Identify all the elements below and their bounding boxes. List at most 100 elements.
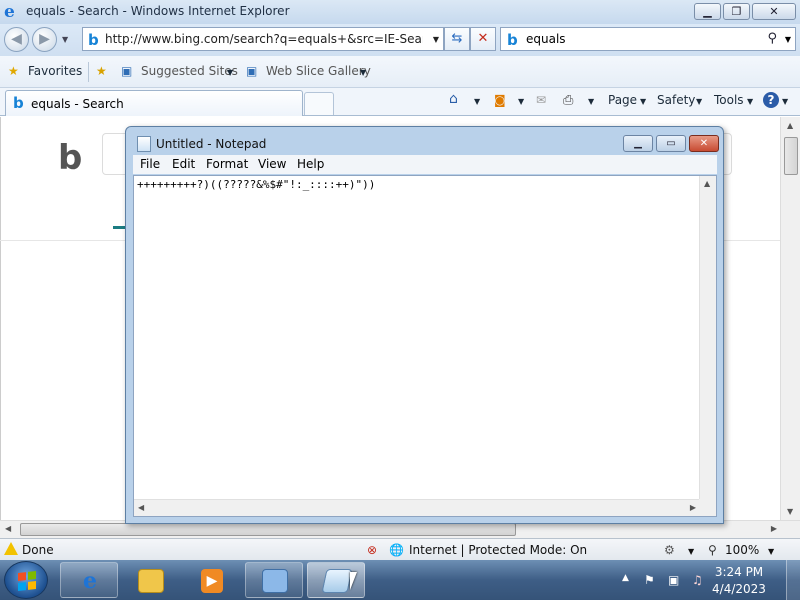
taskbar-remote-app[interactable] xyxy=(245,562,303,598)
page-menu[interactable]: Page xyxy=(608,93,637,107)
feeds-icon[interactable]: ◙ xyxy=(494,93,506,107)
history-dropdown-icon[interactable]: ▼ xyxy=(62,35,68,44)
monitor-icon xyxy=(262,569,288,593)
favorites-button[interactable]: Favorites xyxy=(28,64,82,78)
help-icon[interactable]: ? xyxy=(763,92,779,108)
help-dropdown-icon[interactable]: ▼ xyxy=(782,97,788,106)
tools-dropdown-icon[interactable]: ▼ xyxy=(747,97,753,106)
notepad-close-button[interactable]: ✕ xyxy=(689,135,719,152)
taskbar: e ▶ ▲ ⚑ ▣ ♫ 3:24 PM 4/4/2023 xyxy=(0,560,800,600)
zone-dropdown-icon[interactable]: ▼ xyxy=(688,547,694,556)
scroll-down-icon[interactable]: ▼ xyxy=(787,507,793,516)
scroll-left-icon[interactable]: ◀ xyxy=(138,503,144,512)
scroll-up-icon[interactable]: ▲ xyxy=(787,121,793,130)
address-url[interactable]: http://www.bing.com/search?q=equals+&src… xyxy=(105,32,423,46)
read-mail-icon[interactable]: ✉ xyxy=(536,93,546,107)
stop-button[interactable]: ✕ xyxy=(470,27,496,51)
warning-icon xyxy=(4,542,18,555)
window-title: equals - Search - Windows Internet Explo… xyxy=(26,4,290,18)
safety-menu[interactable]: Safety xyxy=(657,93,695,107)
back-button[interactable]: ◀ xyxy=(4,27,29,52)
forward-button[interactable]: ▶ xyxy=(32,27,57,52)
scroll-thumb[interactable] xyxy=(20,523,516,536)
menu-format[interactable]: Format xyxy=(206,157,248,171)
start-button[interactable] xyxy=(4,561,48,599)
scroll-right-icon[interactable]: ▶ xyxy=(690,503,696,512)
favorites-bar: ★ Favorites ★ ▣ Suggested Sites ▼ ▣ Web … xyxy=(0,56,800,88)
address-dropdown-icon[interactable]: ▼ xyxy=(433,35,439,44)
clock-date[interactable]: 4/4/2023 xyxy=(704,582,774,596)
scroll-left-icon[interactable]: ◀ xyxy=(5,524,11,533)
home-icon[interactable]: ⌂ xyxy=(449,91,458,107)
search-input[interactable]: equals xyxy=(526,32,566,46)
taskbar-explorer[interactable] xyxy=(121,562,179,598)
menu-view[interactable]: View xyxy=(258,157,286,171)
notepad-title: Untitled - Notepad xyxy=(156,137,267,151)
bing-favicon-icon: b xyxy=(88,31,99,49)
notepad-horizontal-scrollbar[interactable]: ◀ ▶ xyxy=(134,499,700,516)
feeds-dropdown-icon[interactable]: ▼ xyxy=(518,97,524,106)
restore-button[interactable]: ❐ xyxy=(723,3,750,20)
taskbar-internet-explorer[interactable]: e xyxy=(60,562,118,598)
page-dropdown-icon[interactable]: ▼ xyxy=(640,97,646,106)
notepad-vertical-scrollbar[interactable]: ▲ ▼ xyxy=(699,176,716,516)
favorites-star-icon: ★ xyxy=(8,64,19,78)
bing-search-icon: b xyxy=(507,31,518,49)
web-slice-dropdown-icon[interactable]: ▼ xyxy=(360,68,366,77)
minimize-button[interactable]: ▁ xyxy=(694,3,721,20)
scroll-thumb[interactable] xyxy=(784,137,798,175)
clock-time[interactable]: 3:24 PM xyxy=(704,565,774,579)
scroll-up-icon[interactable]: ▲ xyxy=(704,179,710,188)
show-desktop-button[interactable] xyxy=(786,560,800,600)
tools-menu[interactable]: Tools xyxy=(714,93,744,107)
address-bar[interactable]: b http://www.bing.com/search?q=equals+&s… xyxy=(82,27,444,51)
zoom-icon: ⚲ xyxy=(708,543,717,557)
action-center-flag-icon[interactable]: ⚑ xyxy=(644,573,655,587)
divider xyxy=(88,62,89,82)
notepad-minimize-button[interactable]: ▁ xyxy=(623,135,653,152)
print-dropdown-icon[interactable]: ▼ xyxy=(588,97,594,106)
print-icon[interactable]: ⎙ xyxy=(563,93,573,108)
web-slice-gallery-link[interactable]: Web Slice Gallery xyxy=(266,64,371,78)
notepad-icon xyxy=(137,136,151,152)
globe-icon: 🌐 xyxy=(389,543,404,557)
zoom-level[interactable]: 100% xyxy=(725,543,759,557)
status-bar: Done ⊗ 🌐 Internet | Protected Mode: On ⚙… xyxy=(0,538,800,560)
notepad-maximize-button[interactable]: ▭ xyxy=(656,135,686,152)
mouse-cursor-icon xyxy=(350,572,357,590)
search-dropdown-icon[interactable]: ▼ xyxy=(785,35,791,44)
search-magnifier-icon[interactable]: ⚲ xyxy=(767,31,777,46)
resize-grip[interactable] xyxy=(699,499,716,516)
close-button[interactable]: ✕ xyxy=(752,3,796,20)
search-box[interactable]: b equals ⚲ ▼ xyxy=(500,27,796,51)
status-text: Done xyxy=(22,543,54,557)
notepad-text[interactable]: +++++++++?)((?????&%$#"!:_::::++)")) xyxy=(137,178,375,191)
suggested-sites-link[interactable]: Suggested Sites xyxy=(141,64,238,78)
zoom-dropdown-icon[interactable]: ▼ xyxy=(768,547,774,556)
network-icon[interactable]: ▣ xyxy=(668,573,679,587)
protected-mode-icon[interactable]: ⚙ xyxy=(664,543,675,557)
security-zone[interactable]: Internet | Protected Mode: On xyxy=(409,543,587,557)
home-dropdown-icon[interactable]: ▼ xyxy=(474,97,480,106)
scroll-right-icon[interactable]: ▶ xyxy=(771,524,777,533)
notepad-menu-bar: File Edit Format View Help xyxy=(133,155,717,174)
safety-dropdown-icon[interactable]: ▼ xyxy=(696,97,702,106)
add-favorites-icon[interactable]: ★ xyxy=(96,64,107,78)
menu-file[interactable]: File xyxy=(140,157,160,171)
ie-title-bar: e equals - Search - Windows Internet Exp… xyxy=(0,0,800,24)
taskbar-media-player[interactable]: ▶ xyxy=(182,562,240,598)
show-hidden-icons-icon[interactable]: ▲ xyxy=(622,573,629,583)
windows-logo-icon xyxy=(18,571,36,591)
menu-help[interactable]: Help xyxy=(297,157,324,171)
tab-equals-search[interactable]: b equals - Search xyxy=(5,90,303,116)
new-tab-button[interactable] xyxy=(304,92,334,115)
menu-edit[interactable]: Edit xyxy=(172,157,195,171)
page-vertical-scrollbar[interactable]: ▲ ▼ xyxy=(780,117,800,520)
notepad-taskbar-icon xyxy=(321,569,353,593)
volume-muted-icon[interactable]: ♫ xyxy=(692,573,703,587)
refresh-button[interactable]: ⇆ xyxy=(444,27,470,51)
ie-logo-icon: e xyxy=(4,2,15,22)
suggested-sites-dropdown-icon[interactable]: ▼ xyxy=(227,68,233,77)
notepad-text-area[interactable]: +++++++++?)((?????&%$#"!:_::::++)")) ▲ ▼… xyxy=(133,175,717,517)
blocked-icon[interactable]: ⊗ xyxy=(367,543,377,557)
